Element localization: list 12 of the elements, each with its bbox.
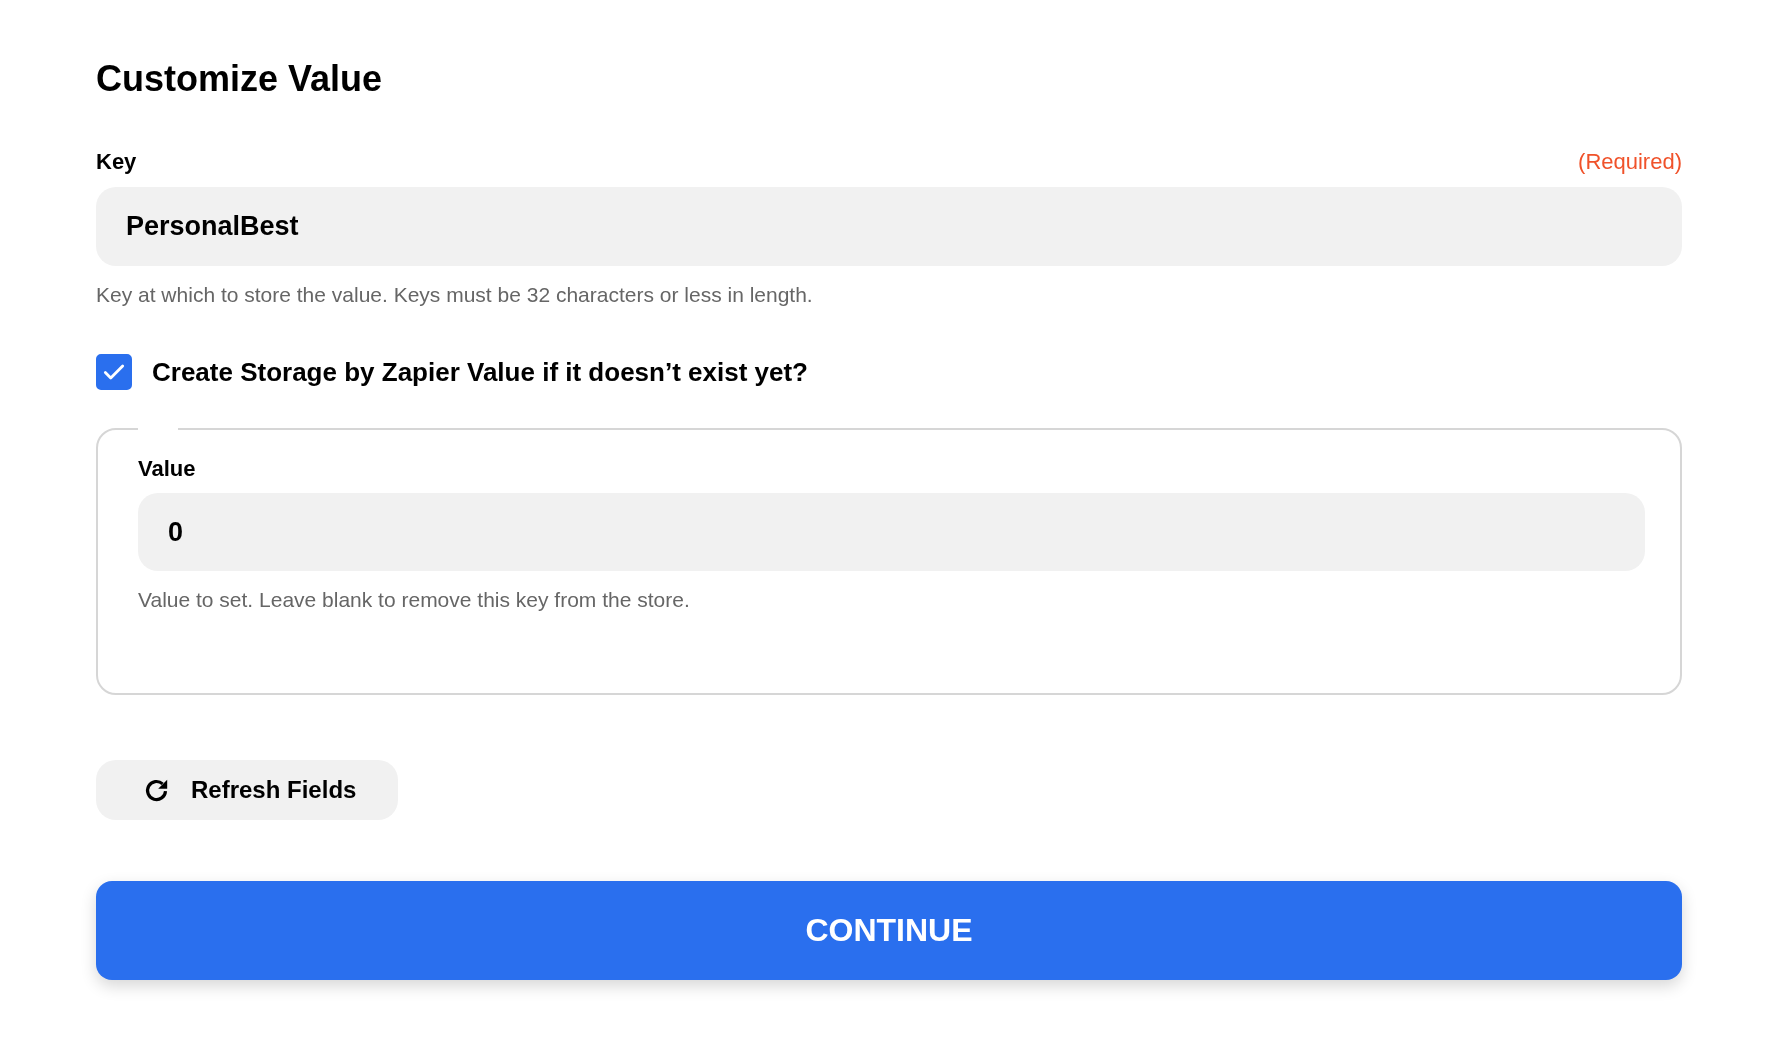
checkbox[interactable] [96,354,132,390]
key-label: Key [96,148,137,176]
page-title: Customize Value [96,57,383,101]
value-label: Value [138,455,196,483]
value-input-field[interactable]: 0 [138,493,1645,571]
key-help-text: Key at which to store the value. Keys must be 32 characters or less in length. [96,282,813,308]
value-help-text: Value to set. Leave blank to remove this key from the store. [138,587,690,613]
checkbox-label: Create Storage by Zapier Value if it doesn’t exist yet? [152,356,808,389]
refresh-fields-button[interactable]: Refresh Fields [96,760,399,820]
key-input-field[interactable]: PersonalBest [96,187,1682,266]
required-note: (Required) [1578,148,1682,176]
continue-button[interactable]: CONTINUE [96,881,1682,980]
